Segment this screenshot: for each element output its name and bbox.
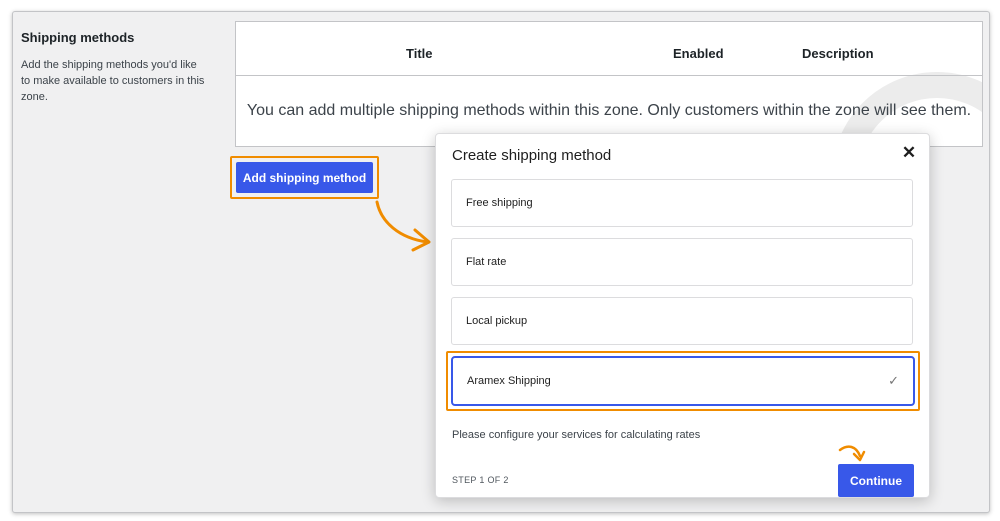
option-label: Flat rate xyxy=(466,256,507,268)
modal-title: Create shipping method xyxy=(452,147,612,164)
checkmark-icon: ✓ xyxy=(888,373,899,388)
option-label: Local pickup xyxy=(466,315,528,327)
add-button-highlight: Add shipping method xyxy=(230,156,379,199)
settings-screen: Shipping methods Add the shipping method… xyxy=(12,11,990,513)
shipping-methods-table: Title Enabled Description You can add mu… xyxy=(235,21,983,147)
pointer-arrow-icon xyxy=(375,200,431,252)
option-aramex-shipping[interactable]: Aramex Shipping ✓ xyxy=(451,356,915,406)
option-free-shipping[interactable]: Free shipping xyxy=(451,179,913,227)
pointer-arrow-icon xyxy=(838,445,866,462)
selected-option-highlight: Aramex Shipping ✓ xyxy=(446,351,920,411)
section-description: Add the shipping methods you'd like to m… xyxy=(21,59,205,103)
section-title: Shipping methods xyxy=(21,30,135,45)
column-header-description: Description xyxy=(802,46,874,61)
configure-hint: Please configure your services for calcu… xyxy=(452,429,701,441)
column-header-enabled: Enabled xyxy=(673,46,724,61)
continue-button[interactable]: Continue xyxy=(838,464,914,497)
column-header-title: Title xyxy=(406,46,433,61)
close-icon[interactable]: ✕ xyxy=(898,142,920,164)
table-header: Title Enabled Description xyxy=(236,22,982,76)
option-label: Free shipping xyxy=(466,197,533,209)
add-shipping-method-button[interactable]: Add shipping method xyxy=(236,162,373,193)
option-local-pickup[interactable]: Local pickup xyxy=(451,297,913,345)
option-flat-rate[interactable]: Flat rate xyxy=(451,238,913,286)
create-shipping-method-modal: Create shipping method ✕ Free shipping F… xyxy=(435,133,930,498)
empty-table-message: You can add multiple shipping methods wi… xyxy=(246,102,972,119)
option-label: Aramex Shipping xyxy=(467,375,551,387)
step-indicator: STEP 1 OF 2 xyxy=(452,475,509,485)
